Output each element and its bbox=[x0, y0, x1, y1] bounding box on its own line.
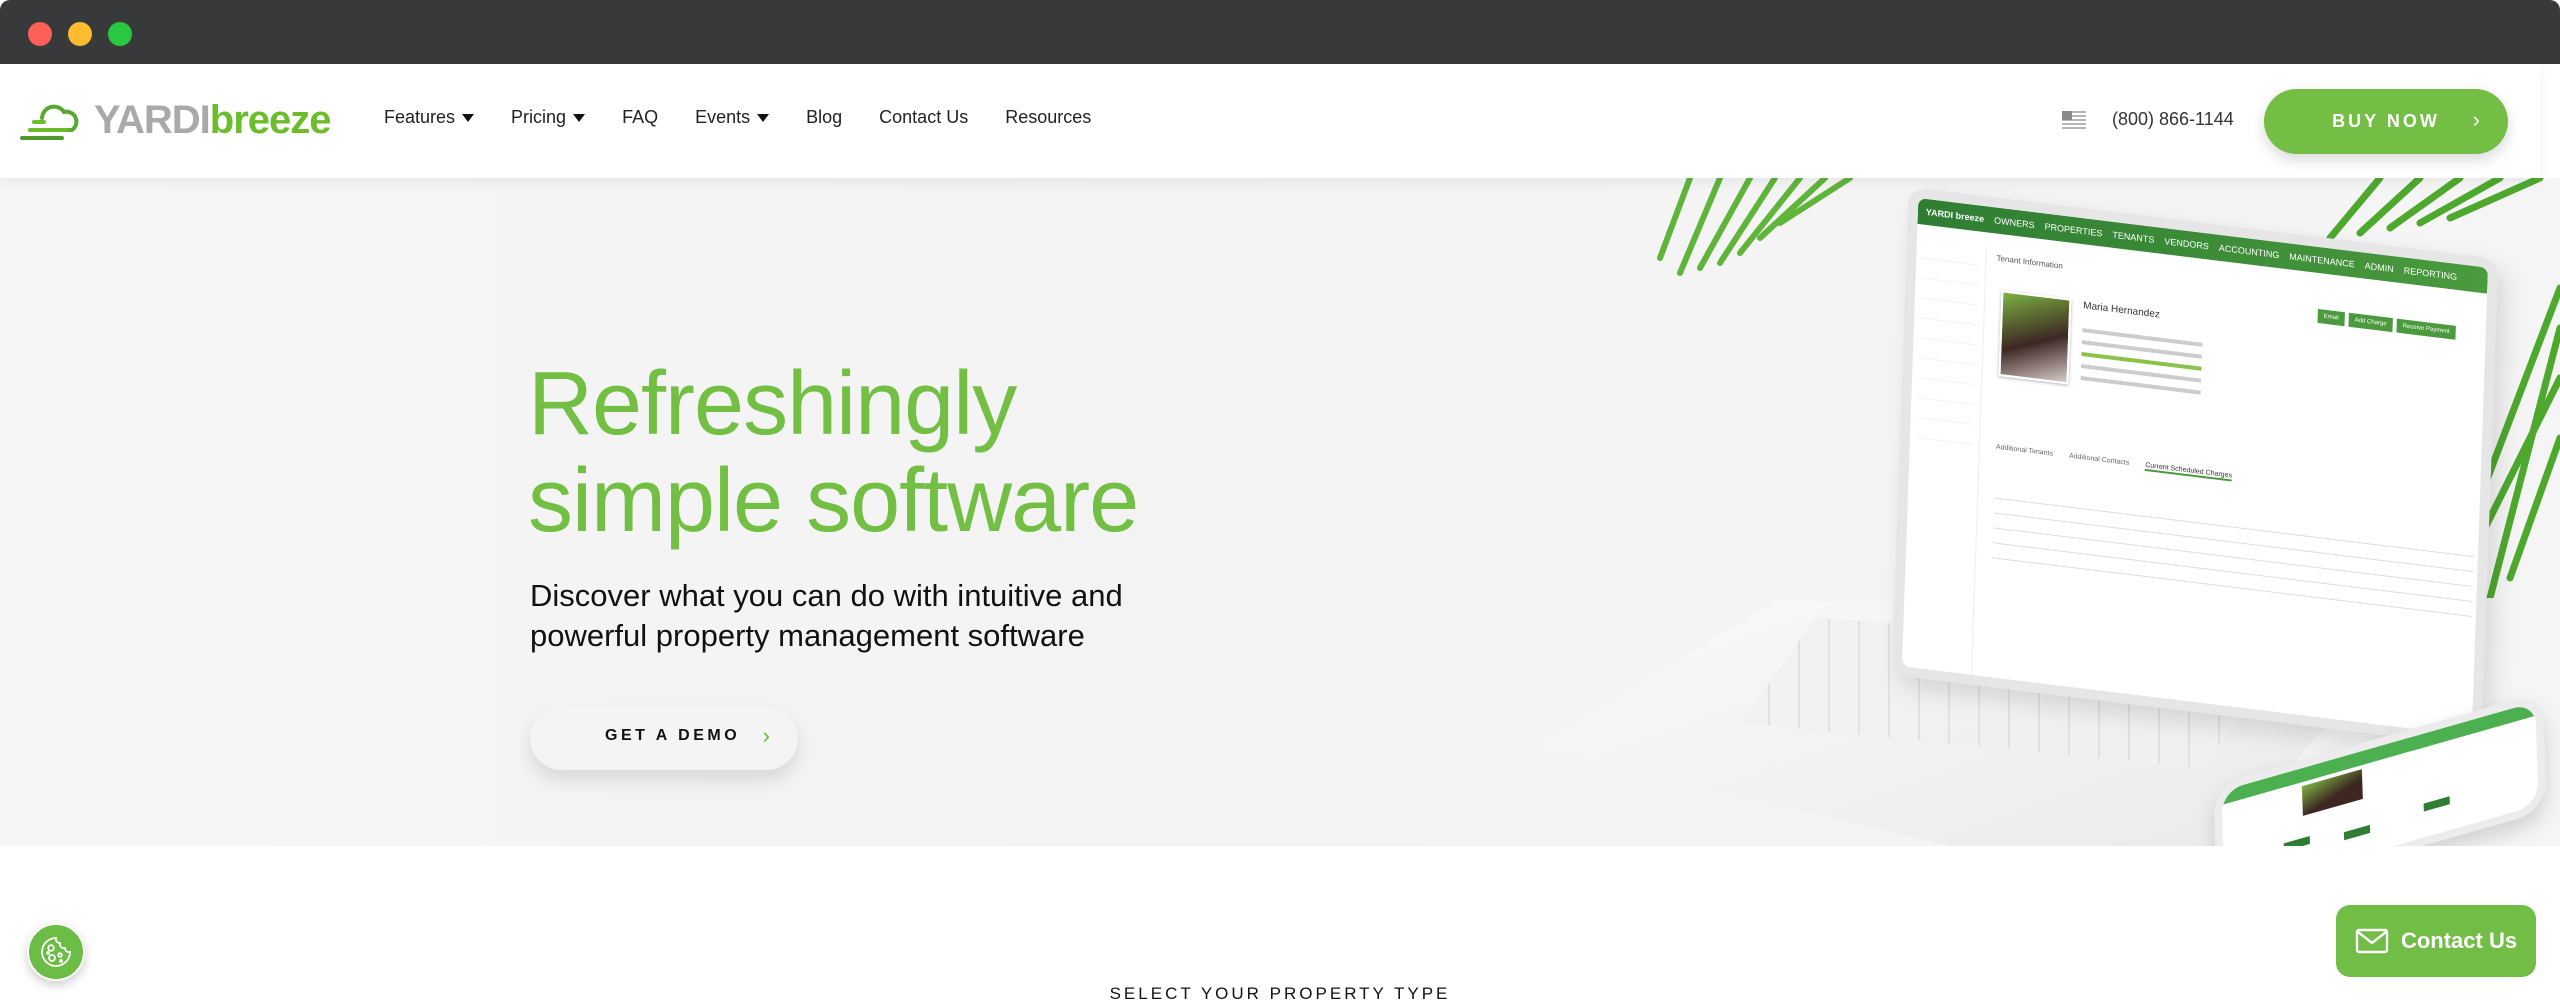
site-header: YARDIbreeze Features Pricing FAQ Events … bbox=[0, 64, 2540, 178]
minimize-window-button[interactable] bbox=[68, 22, 92, 46]
mockup-tenant-details bbox=[2080, 320, 2203, 402]
get-a-demo-button[interactable]: GET A DEMO › bbox=[530, 706, 798, 770]
nav-contact-us[interactable]: Contact Us bbox=[879, 107, 968, 128]
nav-resources[interactable]: Resources bbox=[1005, 107, 1091, 128]
hero-subtitle: Discover what you can do with intuitive … bbox=[530, 578, 1123, 653]
nav-features[interactable]: Features bbox=[384, 107, 475, 128]
maximize-window-button[interactable] bbox=[108, 22, 132, 46]
caret-down-icon bbox=[462, 113, 475, 122]
cloud-wind-icon bbox=[20, 104, 79, 140]
mockup-tenant-photo bbox=[1998, 290, 2072, 385]
close-window-button[interactable] bbox=[28, 22, 52, 46]
mockup-logo: YARDI breeze bbox=[1925, 206, 1985, 225]
hero-headline: Refreshingly simple software bbox=[528, 354, 1139, 551]
palm-leaf-left-image bbox=[1657, 178, 1853, 276]
nav-blog[interactable]: Blog bbox=[806, 107, 842, 128]
cookie-settings-button[interactable] bbox=[27, 923, 85, 981]
phone-number-link[interactable]: (800) 866-1144 bbox=[2112, 109, 2234, 130]
cookie-icon bbox=[41, 937, 71, 967]
nav-events[interactable]: Events bbox=[695, 107, 770, 128]
window-titlebar bbox=[0, 0, 2560, 64]
mockup-sidebar bbox=[1901, 237, 1987, 685]
select-property-type-heading: SELECT YOUR PROPERTY TYPE bbox=[1109, 984, 1451, 1003]
chevron-right-icon: › bbox=[2472, 107, 2480, 132]
caret-down-icon bbox=[757, 113, 770, 122]
logo-wordmark: YARDIbreeze bbox=[94, 98, 332, 142]
nav-pricing[interactable]: Pricing bbox=[511, 107, 586, 128]
yardi-breeze-logo[interactable]: YARDIbreeze bbox=[18, 92, 348, 152]
us-flag-icon[interactable] bbox=[2062, 111, 2086, 129]
envelope-icon bbox=[2355, 928, 2389, 954]
mockup-tabs: Additional Tenants Additional Contacts C… bbox=[1995, 443, 2233, 482]
nav-faq[interactable]: FAQ bbox=[622, 107, 658, 128]
mockup-charges-table bbox=[1992, 484, 2475, 631]
chevron-right-icon: › bbox=[762, 723, 770, 748]
buy-now-button[interactable]: BUY NOW › bbox=[2264, 89, 2508, 154]
caret-down-icon bbox=[573, 113, 586, 122]
main-nav: Features Pricing FAQ Events Blog Contact… bbox=[384, 107, 1128, 128]
hero-section: Refreshingly simple software Discover wh… bbox=[0, 178, 2560, 846]
laptop-screen-mockup: YARDI breeze OWNERS PROPERTIES TENANTS V… bbox=[1891, 186, 2499, 748]
contact-us-float-button[interactable]: Contact Us bbox=[2336, 905, 2536, 977]
